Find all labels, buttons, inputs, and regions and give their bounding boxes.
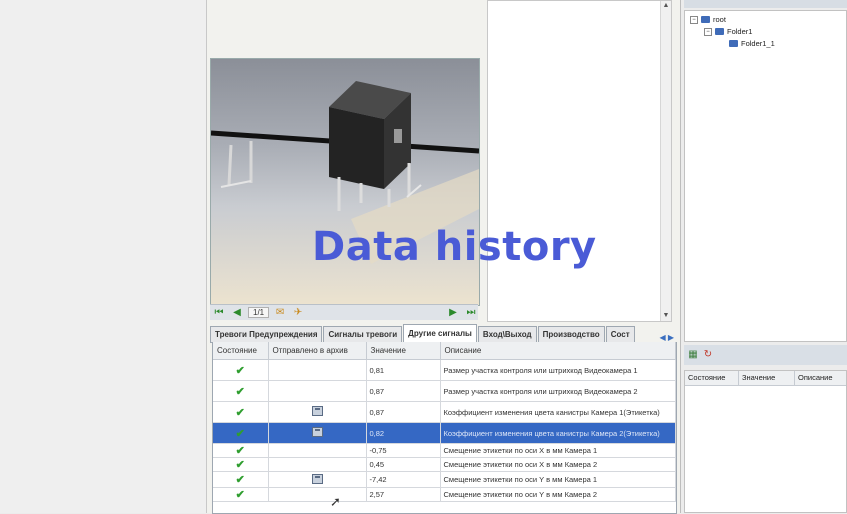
value-cell: 0,81 bbox=[366, 359, 441, 381]
table-row[interactable]: ✔ 0,87 Коэффициент изменения цвета канистр… bbox=[213, 401, 676, 423]
check-icon: ✔ bbox=[235, 445, 245, 457]
tab-input-output[interactable]: Вход\Выход bbox=[477, 326, 537, 342]
status-cell: ✔ bbox=[213, 457, 269, 472]
scroll-down-icon[interactable]: ▼ bbox=[661, 311, 671, 321]
collapse-icon[interactable]: − bbox=[690, 15, 698, 24]
check-icon: ✔ bbox=[235, 364, 245, 377]
signals-table: Состояние Отправлено в архив Значение Оп… bbox=[212, 342, 677, 514]
description-cell: Смещение этикетки по оси X в мм Камера 2 bbox=[440, 457, 676, 472]
column-header-state[interactable]: Состояние bbox=[213, 342, 269, 360]
status-cell: ✔ bbox=[213, 443, 269, 458]
mouse-cursor-icon: ➚ bbox=[330, 494, 341, 509]
table-row[interactable]: ✔ 0,82 Коэффициент изменения цвета канистр… bbox=[213, 422, 676, 444]
folder-icon bbox=[729, 40, 738, 47]
tab-scroll-arrows-icon[interactable]: ◀ ▶ bbox=[659, 333, 676, 342]
tree-toolbar bbox=[684, 0, 847, 8]
check-icon: ✔ bbox=[235, 406, 245, 419]
check-icon: ✔ bbox=[235, 489, 245, 501]
check-icon: ✔ bbox=[235, 385, 245, 398]
archive-icon bbox=[311, 473, 323, 484]
tree-label-folder1: Folder1 bbox=[727, 27, 753, 36]
collapse-icon[interactable]: − bbox=[704, 27, 712, 36]
viewer-toolbar: ⏮ ◀ 1/1 ✉ ✈ ▶ ⏭ bbox=[210, 304, 478, 320]
tree-item-folder1-1[interactable]: Folder1_1 bbox=[729, 39, 775, 48]
status-cell: ✔ bbox=[213, 380, 269, 402]
tab-state[interactable]: Сост bbox=[605, 326, 635, 342]
description-cell: Коэффициент изменения цвета канистры Кам… bbox=[440, 422, 676, 444]
table-row[interactable]: ✔ 2,57 Смещение этикетки по оси Y в мм Кам… bbox=[213, 487, 676, 502]
description-cell: Размер участка контроля или штрихкод Вид… bbox=[440, 359, 676, 381]
check-icon: ✔ bbox=[235, 459, 245, 471]
refresh-icon[interactable]: ↻ bbox=[702, 349, 714, 361]
tab-other-signals[interactable]: Другие сигналы bbox=[403, 324, 477, 342]
check-icon: ✔ bbox=[235, 427, 245, 440]
tree-item-folder1[interactable]: − Folder1 bbox=[704, 27, 752, 36]
folder-tree: − root − Folder1 Folder1_1 bbox=[684, 10, 847, 342]
properties-panel: ▲ ▼ bbox=[487, 0, 672, 322]
page-counter: 1/1 bbox=[248, 307, 270, 318]
tree-label-folder1-1: Folder1_1 bbox=[741, 39, 775, 48]
archived-cell bbox=[268, 359, 367, 381]
folder-icon bbox=[701, 16, 710, 23]
status-cell: ✔ bbox=[213, 487, 269, 502]
history-column-description[interactable]: Описание bbox=[795, 371, 846, 385]
history-toolbar: ▦ ↻ bbox=[684, 345, 847, 365]
left-empty-area bbox=[0, 0, 207, 513]
description-cell: Размер участка контроля или штрихкод Вид… bbox=[440, 380, 676, 402]
next-page-icon[interactable]: ▶ bbox=[446, 307, 460, 319]
table-row[interactable]: ✔ -7,42 Смещение этикетки по оси Y в мм Ка… bbox=[213, 471, 676, 488]
value-cell: 0,87 bbox=[366, 380, 441, 402]
table-row[interactable]: ✔ 0,45 Смещение этикетки по оси X в мм Кам… bbox=[213, 457, 676, 472]
scroll-up-icon[interactable]: ▲ bbox=[661, 1, 671, 11]
archive-icon bbox=[311, 427, 323, 437]
column-header-description[interactable]: Описание bbox=[440, 342, 676, 360]
pan-icon[interactable]: ✈ bbox=[291, 307, 305, 319]
history-table: Состояние Значение Описание bbox=[684, 370, 847, 513]
value-cell: -7,42 bbox=[366, 471, 441, 488]
description-cell: Смещение этикетки по оси X в мм Камера 1 bbox=[440, 443, 676, 458]
prev-page-icon[interactable]: ◀ bbox=[230, 307, 244, 319]
column-header-value[interactable]: Значение bbox=[366, 342, 441, 360]
first-page-icon[interactable]: ⏮ bbox=[212, 307, 226, 319]
archived-cell bbox=[268, 457, 367, 472]
archived-cell bbox=[268, 422, 367, 444]
description-cell: Смещение этикетки по оси Y в мм Камера 1 bbox=[440, 471, 676, 488]
value-cell: -0,75 bbox=[366, 443, 441, 458]
tree-item-root[interactable]: − root bbox=[690, 15, 726, 24]
description-cell: Коэффициент изменения цвета канистры Кам… bbox=[440, 401, 676, 423]
column-header-archived[interactable]: Отправлено в архив bbox=[268, 342, 367, 360]
archived-cell bbox=[268, 401, 367, 423]
folder-icon bbox=[715, 28, 724, 35]
last-page-icon[interactable]: ⏭ bbox=[464, 307, 478, 319]
value-cell: 0,82 bbox=[366, 422, 441, 444]
tree-label-root: root bbox=[713, 15, 726, 24]
tab-production[interactable]: Производство bbox=[537, 326, 605, 342]
tab-alarms-warnings[interactable]: Тревоги Предупреждения bbox=[210, 326, 323, 342]
signal-tabs: Тревоги Предупреждения Сигналы тревоги Д… bbox=[210, 324, 676, 343]
archived-cell bbox=[268, 487, 367, 502]
status-cell: ✔ bbox=[213, 471, 269, 488]
description-cell: Смещение этикетки по оси Y в мм Камера 2 bbox=[440, 487, 676, 502]
table-row[interactable]: ✔ -0,75 Смещение этикетки по оси X в мм Ка… bbox=[213, 443, 676, 458]
archive-icon bbox=[311, 406, 323, 416]
data-history-overlay-title: Data history bbox=[312, 224, 597, 270]
vertical-scrollbar[interactable]: ▲ ▼ bbox=[660, 1, 671, 321]
table-row[interactable]: ✔ 0,87 Размер участка контроля или штрихко… bbox=[213, 380, 676, 402]
zoom-icon[interactable]: ✉ bbox=[273, 307, 287, 319]
status-cell: ✔ bbox=[213, 359, 269, 381]
archived-cell bbox=[268, 471, 367, 488]
status-cell: ✔ bbox=[213, 422, 269, 444]
value-cell: 2,57 bbox=[366, 487, 441, 502]
value-cell: 0,87 bbox=[366, 401, 441, 423]
value-cell: 0,45 bbox=[366, 457, 441, 472]
archived-cell bbox=[268, 380, 367, 402]
status-cell: ✔ bbox=[213, 401, 269, 423]
table-icon[interactable]: ▦ bbox=[687, 349, 699, 361]
check-icon: ✔ bbox=[235, 474, 245, 486]
tab-alarm-signals[interactable]: Сигналы тревоги bbox=[323, 326, 403, 342]
archived-cell bbox=[268, 443, 367, 458]
history-column-state[interactable]: Состояние bbox=[685, 371, 739, 385]
history-column-value[interactable]: Значение bbox=[739, 371, 795, 385]
table-row[interactable]: ✔ 0,81 Размер участка контроля или штрихко… bbox=[213, 359, 676, 381]
